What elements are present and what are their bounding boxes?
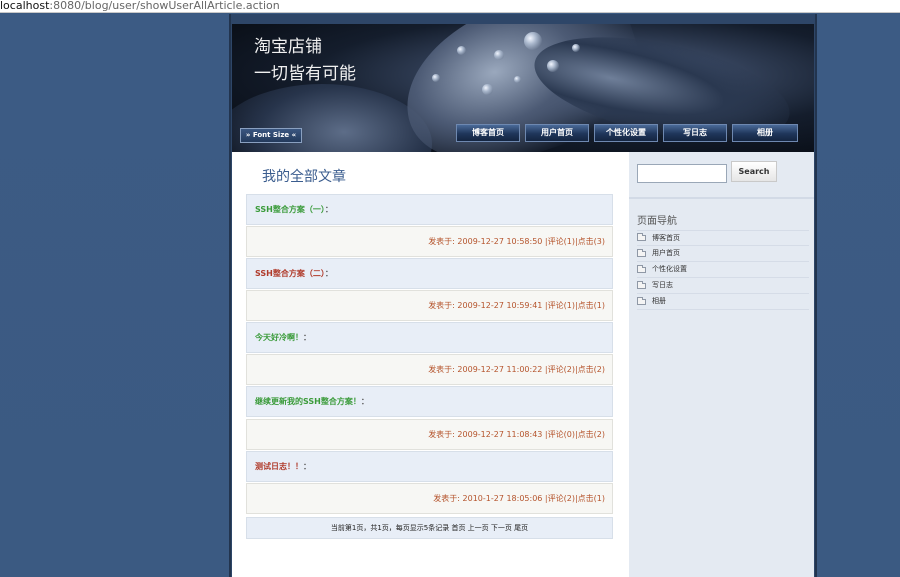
search-input[interactable] [637, 164, 727, 183]
article-title-colon: ： [303, 333, 311, 342]
folder-icon [637, 233, 646, 241]
header-image-drop [432, 74, 440, 82]
article-meta-row: 发表于: 2009-12-27 11:00:22 |评论(2)|点击(2) [246, 354, 613, 385]
article-meta-row: 发表于: 2009-12-27 10:59:41 |评论(1)|点击(1) [246, 290, 613, 321]
sidebar-nav-heading: 页面导航 [637, 216, 677, 227]
main-nav: 博客首页 用户首页 个性化设置 写日志 相册 [456, 124, 798, 142]
site-title: 淘宝店铺 一切皆有可能 [254, 34, 356, 88]
sidebar-item-label: 博客首页 [652, 233, 680, 242]
page-background-left [0, 14, 229, 577]
article-meta[interactable]: 发表于: 2009-12-27 10:58:50 |评论(1)|点击(3) [428, 237, 605, 246]
article-title-colon: ： [303, 462, 311, 471]
header-image-drop [482, 84, 493, 95]
article-title-colon: ： [360, 397, 369, 406]
article-title-row: 今天好冷啊！： [246, 322, 613, 353]
sidebar-item-label: 用户首页 [652, 249, 680, 257]
article-title-row: 测试日志！！： [246, 451, 613, 482]
sidebar-item-blog-home[interactable]: 博客首页 [637, 230, 809, 246]
article-meta-row: 发表于: 2009-12-27 10:58:50 |评论(1)|点击(3) [246, 226, 613, 257]
article-title-link[interactable]: 继续更新我的SSH整合方案！ [255, 397, 361, 406]
article-meta[interactable]: 发表于: 2009-12-27 11:08:43 |评论(0)|点击(2) [428, 430, 605, 439]
folder-icon [637, 280, 646, 289]
sidebar-item-label: 相册 [652, 297, 666, 305]
sidebar-divider [629, 197, 814, 199]
sidebar-item-label: 写日志 [652, 281, 673, 289]
folder-icon [637, 296, 646, 305]
header-image-drop [494, 50, 504, 60]
article-title-row: SSH整合方案（二）： [246, 258, 613, 289]
article-title-link[interactable]: 测试日志！！ [255, 462, 303, 471]
folder-icon [637, 264, 646, 273]
sidebar-item-user-home[interactable]: 用户首页 [637, 246, 809, 262]
article-meta[interactable]: 发表于: 2010-1-27 18:05:06 |评论(2)|点击(1) [433, 494, 605, 503]
address-bar[interactable]: localhost:8080/blog/user/showUserAllArti… [0, 0, 900, 13]
page-background-right [817, 14, 900, 577]
page-title: 我的全部文章 [262, 169, 346, 185]
url-path: :8080/blog/user/showUserAllArticle.actio… [49, 0, 280, 12]
header-image-drop [572, 44, 580, 52]
article-title-link[interactable]: SSH整合方案（二） [255, 269, 325, 278]
folder-icon [637, 248, 646, 257]
article-title-link[interactable]: SSH整合方案（一） [255, 205, 325, 214]
site-title-line1: 淘宝店铺 [254, 37, 322, 57]
font-size-button[interactable]: » Font Size « [240, 128, 302, 143]
site-header: 淘宝店铺 一切皆有可能 » Font Size « 博客首页 用户首页 个性化设… [232, 24, 814, 152]
nav-item-settings[interactable]: 个性化设置 [594, 124, 658, 142]
header-image-drop [547, 60, 559, 72]
nav-item-album[interactable]: 相册 [732, 124, 798, 142]
article-title-link[interactable]: 今天好冷啊！ [255, 333, 303, 342]
article-title-row: 继续更新我的SSH整合方案！： [246, 386, 613, 417]
nav-item-write-log[interactable]: 写日志 [663, 124, 727, 142]
article-title-row: SSH整合方案（一）： [246, 194, 613, 225]
header-image-drop [514, 76, 521, 83]
sidebar-item-label: 个性化设置 [652, 265, 687, 273]
site-title-line2: 一切皆有可能 [254, 64, 356, 84]
header-image-drop [457, 46, 466, 55]
article-meta[interactable]: 发表于: 2009-12-27 11:00:22 |评论(2)|点击(2) [428, 365, 605, 374]
article-meta[interactable]: 发表于: 2009-12-27 10:59:41 |评论(1)|点击(1) [428, 301, 605, 310]
article-meta-row: 发表于: 2010-1-27 18:05:06 |评论(2)|点击(1) [246, 483, 613, 514]
sidebar-item-settings[interactable]: 个性化设置 [637, 262, 809, 278]
search-button[interactable]: Search [731, 161, 777, 182]
article-title-colon: ： [324, 205, 333, 214]
sidebar-item-album[interactable]: 相册 [637, 294, 809, 310]
article-meta-row: 发表于: 2009-12-27 11:08:43 |评论(0)|点击(2) [246, 419, 613, 450]
url-host: localhost [0, 0, 50, 12]
nav-item-blog-home[interactable]: 博客首页 [456, 124, 520, 142]
nav-item-user-home[interactable]: 用户首页 [525, 124, 589, 142]
sidebar-item-write-log[interactable]: 写日志 [637, 278, 809, 294]
article-title-colon: ： [324, 269, 333, 278]
sidebar-nav-list: 博客首页 用户首页 个性化设置 写日志 相册 [637, 230, 809, 310]
pagination[interactable]: 当前第1页，共1页，每页显示5条记录 首页 上一页 下一页 尾页 [246, 517, 613, 539]
header-image-drop [524, 32, 542, 50]
